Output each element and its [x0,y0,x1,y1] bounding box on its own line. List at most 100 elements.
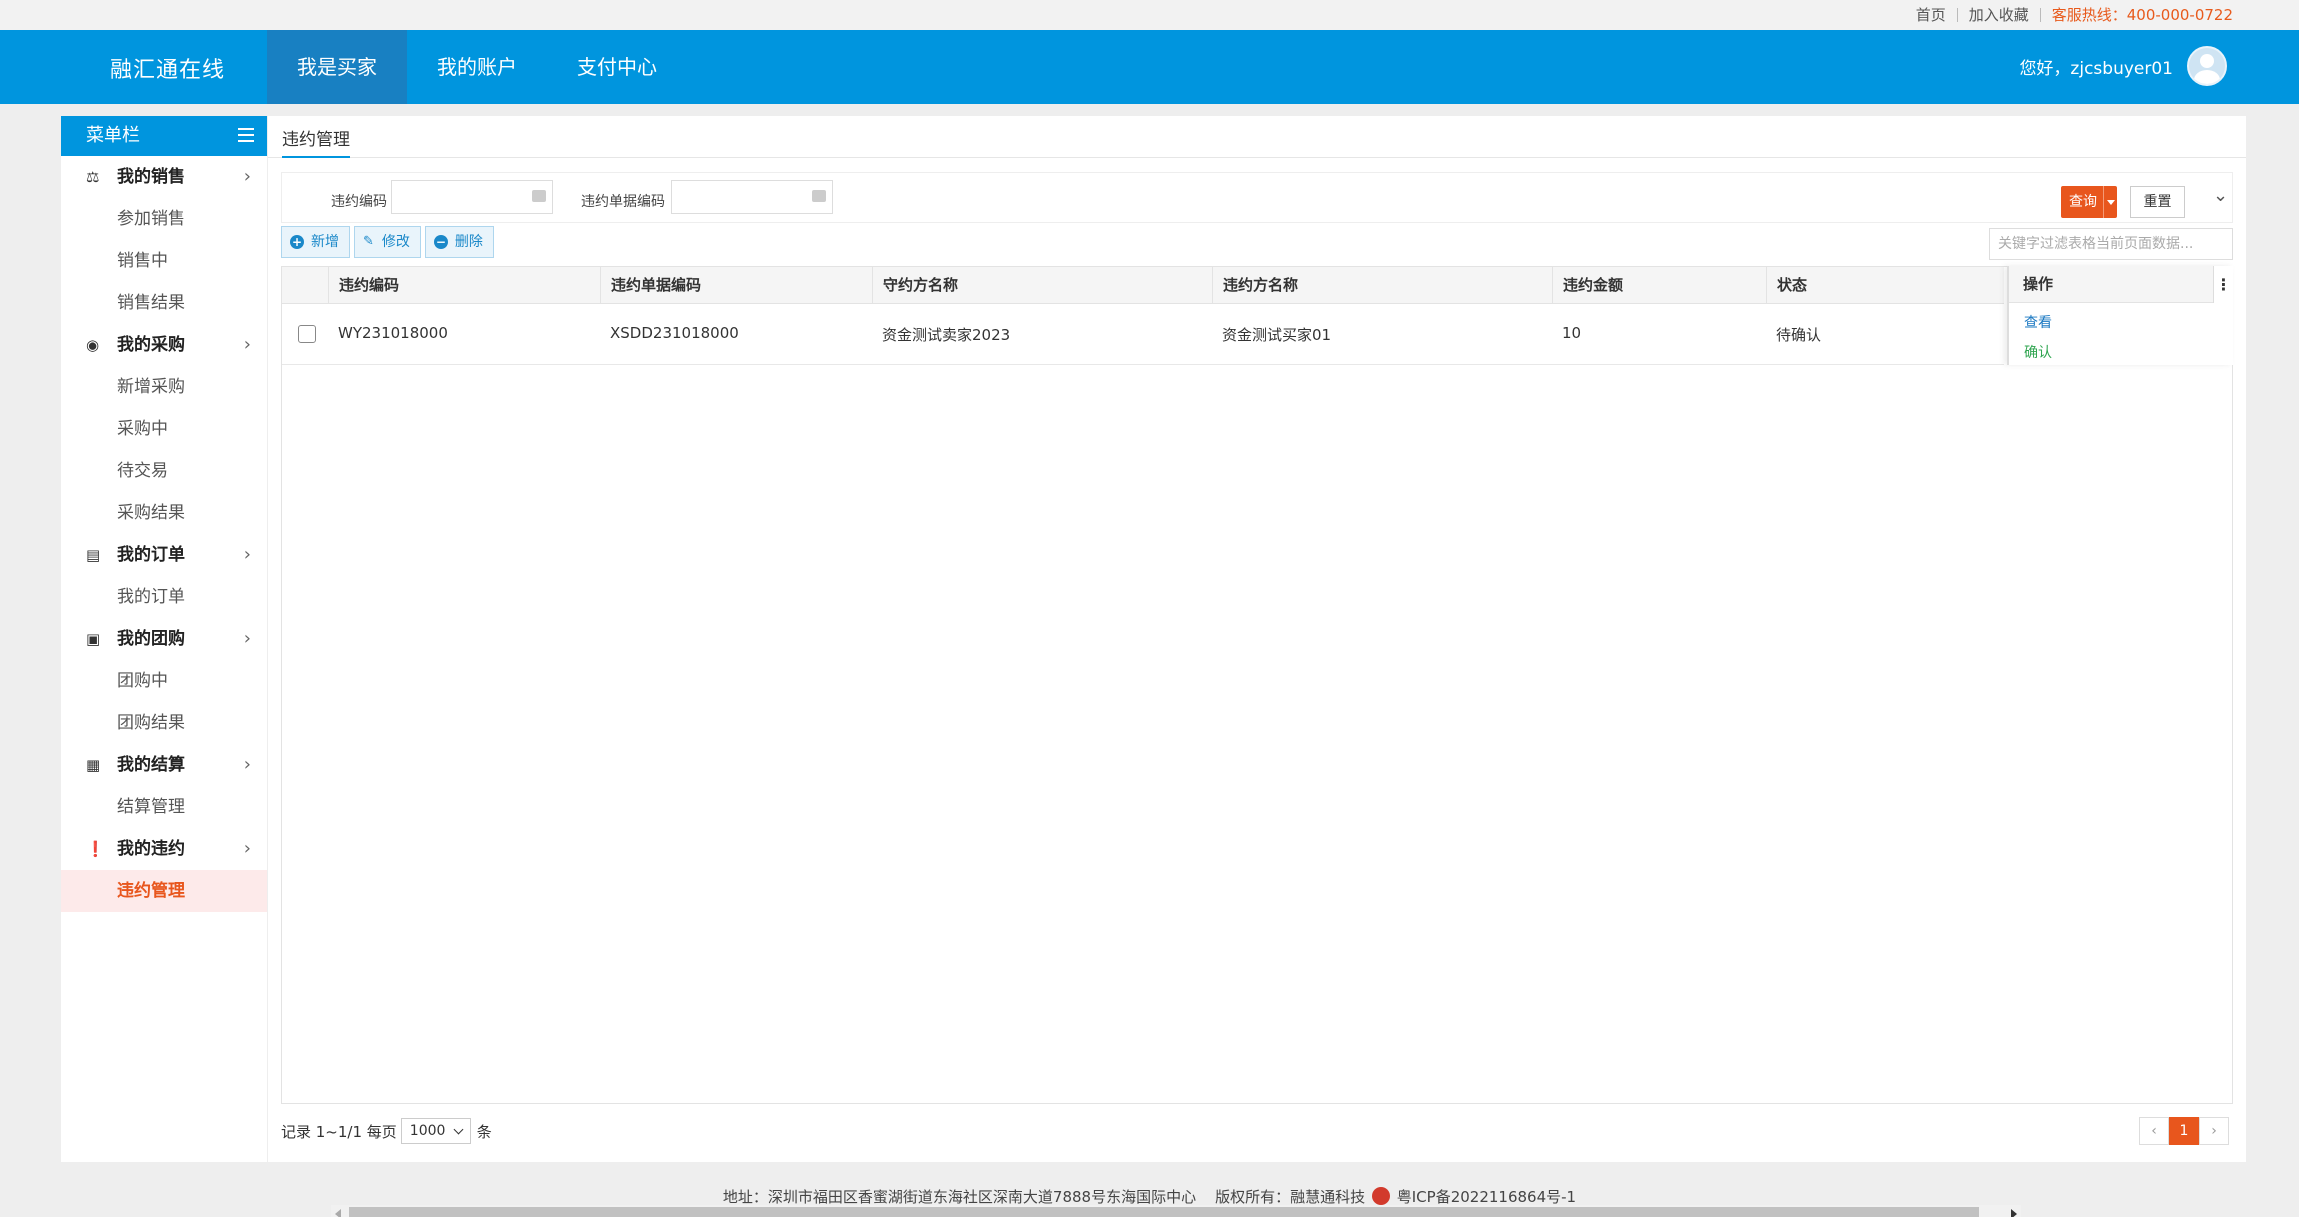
sidebar-group-label: 我的销售 [117,167,185,187]
sidebar-group-group-buy[interactable]: ▣ 我的团购 › [61,618,267,660]
sidebar-item-purchase-result[interactable]: 采购结果 [61,492,267,534]
sidebar-title: 菜单栏 [86,125,140,146]
page-footer: 地址：深圳市福田区香蜜湖街道东海社区深南大道7888号东海国际中心 版权所有：融… [0,1177,2299,1217]
breach-table: 违约编码 违约单据编码 守约方名称 违约方名称 违约金额 状态 WY231018… [281,266,2233,1217]
sidebar-group-label: 我的结算 [117,755,185,775]
column-header[interactable]: 违约单据编码 [600,267,872,304]
main-content: 违约管理 违约编码 违约单据编码 查询 重置 ⌄ + 新增 ✎ 修改 − 删除 … [268,116,2246,1217]
record-info: 记录 1~1/1 每页 [281,1122,397,1141]
sidebar-header: 菜单栏 [61,116,267,156]
column-header[interactable]: 违约编码 [328,267,600,304]
table-filter-input[interactable]: 关键字过滤表格当前页面数据... [1989,228,2233,260]
row-checkbox[interactable] [298,325,316,343]
sidebar-item-breach-mgmt[interactable]: 违约管理 [61,870,267,912]
page-number-button[interactable]: 1 [2169,1117,2199,1145]
sidebar-group-label: 我的团购 [117,629,185,649]
sidebar-group-settlement[interactable]: ▦ 我的结算 › [61,744,267,786]
chevron-right-icon: › [243,166,251,187]
add-favorite-link[interactable]: 加入收藏 [1958,4,2040,25]
column-header[interactable]: 状态 [1766,267,2004,304]
sidebar: 菜单栏 ⚖ 我的销售 › 参加销售 销售中 销售结果 ◉ 我的采购 › 新增采购… [61,116,267,1162]
sidebar-group-breach[interactable]: ❗ 我的违约 › [61,828,267,870]
breach-code-input[interactable] [391,180,553,214]
column-header[interactable]: 守约方名称 [872,267,1212,304]
user-info[interactable]: 您好，zjcsbuyer01 [2019,46,2227,86]
breach-doc-code-input[interactable] [671,180,833,214]
pencil-icon: ✎ [363,234,374,249]
top-utility-bar: 首页 加入收藏 客服热线：400-000-0722 [0,0,2299,30]
minus-circle-icon: − [433,235,448,249]
table-row[interactable]: WY231018000 XSDD231018000 资金测试卖家2023 资金测… [282,304,2004,365]
chevron-right-icon: › [243,544,251,565]
breach-doc-code-label: 违约单据编码 [581,194,665,210]
document-icon: ▤ [86,546,101,564]
search-circle-icon: ◉ [86,336,100,354]
sidebar-item-join-sale[interactable]: 参加销售 [61,198,267,240]
pagination: ‹ 1 › [2139,1117,2229,1145]
footer-address: 地址：深圳市福田区香蜜湖街道东海社区深南大道7888号东海国际中心 [722,1188,1197,1206]
home-link[interactable]: 首页 [1905,4,1957,25]
nav-account[interactable]: 我的账户 [407,30,547,104]
sidebar-item-purchasing[interactable]: 采购中 [61,408,267,450]
main-nav: 我是买家 我的账户 支付中心 [267,30,687,104]
expand-icon[interactable]: ⌄ [2213,187,2228,205]
alert-circle-icon: ❗ [86,840,105,858]
page-size-select[interactable]: 1000 [400,1118,471,1144]
brand-logo[interactable]: 融汇通在线 [110,52,225,84]
sidebar-group-sales[interactable]: ⚖ 我的销售 › [61,156,267,198]
add-button[interactable]: + 新增 [281,226,350,258]
cell-amount: 10 [1562,324,1582,342]
actions-header: 操作 ⋮ [2009,266,2233,303]
more-vertical-icon[interactable]: ⋮ [2213,266,2233,303]
avatar[interactable] [2187,46,2227,86]
clear-icon[interactable] [532,190,546,202]
chevron-right-icon: › [243,754,251,775]
edit-button[interactable]: ✎ 修改 [354,226,421,258]
sidebar-item-settlement-mgmt[interactable]: 结算管理 [61,786,267,828]
cell-breach-code: WY231018000 [338,324,448,342]
sidebar-group-orders[interactable]: ▤ 我的订单 › [61,534,267,576]
cell-doc-code: XSDD231018000 [610,324,739,342]
bag-icon: ▣ [86,630,101,648]
actions-column: 操作 ⋮ 查看 确认 [2007,266,2233,365]
sidebar-item-sale-result[interactable]: 销售结果 [61,282,267,324]
police-badge-icon [1371,1187,1390,1205]
confirm-link[interactable]: 确认 [2024,342,2052,362]
reset-button[interactable]: 重置 [2130,186,2185,218]
sidebar-item-new-purchase[interactable]: 新增采购 [61,366,267,408]
footer-copyright: 版权所有：融慧通科技 [1215,1188,1366,1206]
nav-buyer[interactable]: 我是买家 [267,30,407,104]
tab-breach-mgmt[interactable]: 违约管理 [282,125,350,158]
next-page-button[interactable]: › [2199,1117,2229,1145]
delete-button[interactable]: − 删除 [424,226,494,258]
column-header[interactable]: 违约金额 [1552,267,1766,304]
cell-status: 待确认 [1776,326,1822,344]
calculator-icon: ▦ [86,756,101,774]
clear-icon[interactable] [812,190,826,202]
sidebar-item-my-orders[interactable]: 我的订单 [61,576,267,618]
chevron-right-icon: › [243,838,251,859]
sidebar-group-purchase[interactable]: ◉ 我的采购 › [61,324,267,366]
breach-code-label: 违约编码 [331,194,387,210]
menu-toggle-icon[interactable] [238,128,254,142]
column-header[interactable]: 违约方名称 [1212,267,1552,304]
nav-payment-center[interactable]: 支付中心 [547,30,687,104]
sidebar-item-pending-trade[interactable]: 待交易 [61,450,267,492]
footer-icp[interactable]: 粤ICP备2022116864号-1 [1397,1188,1576,1206]
sidebar-group-label: 我的采购 [117,335,185,355]
top-links: 首页 加入收藏 客服热线：400-000-0722 [1905,4,2233,25]
sidebar-item-on-sale[interactable]: 销售中 [61,240,267,282]
table-header: 违约编码 违约单据编码 守约方名称 违约方名称 违约金额 状态 [282,267,2004,304]
page-size-unit: 条 [476,1122,492,1141]
sidebar-item-group-result[interactable]: 团购结果 [61,702,267,744]
view-link[interactable]: 查看 [2024,312,2052,332]
sidebar-item-group-buying[interactable]: 团购中 [61,660,267,702]
table-toolbar: + 新增 ✎ 修改 − 删除 [281,226,494,262]
main-header: 融汇通在线 我是买家 我的账户 支付中心 您好，zjcsbuyer01 [0,30,2299,104]
sidebar-group-label: 我的订单 [117,545,185,565]
query-button[interactable]: 查询 [2061,186,2117,218]
prev-page-button[interactable]: ‹ [2139,1117,2169,1145]
dropdown-caret-icon[interactable] [2103,186,2117,218]
chevron-right-icon: › [243,628,251,649]
plus-circle-icon: + [290,235,304,249]
